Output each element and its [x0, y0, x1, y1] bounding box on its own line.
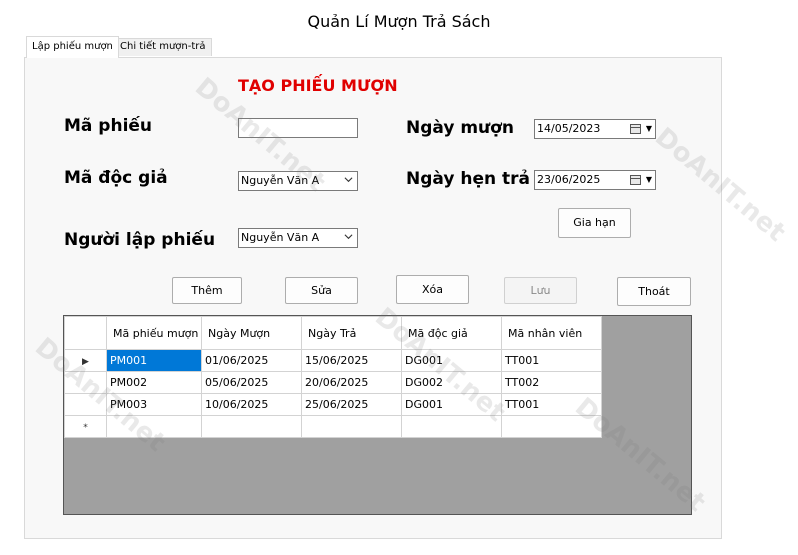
table-cell[interactable]: PM003 [106, 393, 202, 416]
col-ma-nhan-vien[interactable]: Mã nhân viên [501, 316, 602, 350]
table-row[interactable]: PM002 05/06/2025 20/06/2025 DG002 TT002 [64, 371, 602, 394]
table-cell[interactable]: DG001 [401, 393, 502, 416]
col-ngay-muon[interactable]: Ngày Mượn [201, 316, 302, 350]
thoat-button[interactable]: Thoát [617, 277, 691, 306]
table-cell[interactable] [106, 415, 202, 438]
table-cell[interactable]: 01/06/2025 [201, 349, 302, 372]
table-cell[interactable]: 15/06/2025 [301, 349, 402, 372]
row-header-new[interactable]: * [64, 415, 107, 438]
dropdown-arrow-icon: ▼ [645, 124, 652, 133]
row-header[interactable] [64, 393, 107, 416]
table-cell[interactable] [301, 415, 402, 438]
chevron-down-icon [344, 177, 353, 183]
them-button[interactable]: Thêm [172, 277, 242, 304]
row-header-corner [64, 316, 107, 350]
nguoi-lap-phieu-select[interactable]: Nguyễn Văn A [238, 228, 358, 248]
ngay-hen-tra-value: 23/06/2025 [537, 173, 601, 186]
table-row[interactable]: PM003 10/06/2025 25/06/2025 DG001 TT001 [64, 393, 602, 416]
ma-doc-gia-label: Mã độc giả [64, 168, 168, 188]
table-cell[interactable]: TT002 [501, 371, 602, 394]
ma-phieu-label: Mã phiếu [64, 116, 153, 136]
ma-doc-gia-value: Nguyễn Văn A [241, 174, 320, 187]
chevron-down-icon [344, 234, 353, 240]
table-cell[interactable]: TT001 [501, 349, 602, 372]
xoa-button[interactable]: Xóa [396, 275, 469, 304]
table-cell[interactable] [401, 415, 502, 438]
table-cell[interactable]: PM001 [106, 349, 202, 372]
ma-doc-gia-select[interactable]: Nguyễn Văn A [238, 171, 358, 191]
table-cell[interactable]: 10/06/2025 [201, 393, 302, 416]
new-row[interactable]: * [64, 415, 602, 438]
tab-chi-tiet-muon-tra[interactable]: Chi tiết mượn-trả [114, 38, 212, 56]
row-header-current[interactable]: ▶ [64, 349, 107, 372]
table-row[interactable]: ▶ PM001 01/06/2025 15/06/2025 DG001 TT00… [64, 349, 602, 372]
ma-phieu-input[interactable] [238, 118, 358, 138]
gia-han-button[interactable]: Gia hạn [558, 208, 631, 238]
current-row-arrow-icon: ▶ [82, 357, 89, 367]
calendar-icon [630, 175, 641, 185]
nguoi-lap-phieu-value: Nguyễn Văn A [241, 231, 320, 244]
calendar-icon [630, 124, 641, 134]
phieu-muon-grid[interactable]: Mã phiếu mượn Ngày Mượn Ngày Trả Mã độc … [63, 315, 692, 515]
table-cell[interactable]: DG001 [401, 349, 502, 372]
nguoi-lap-phieu-label: Người lập phiếu [64, 230, 216, 250]
window-title: Quản Lí Mượn Trả Sách [307, 12, 491, 31]
new-row-asterisk-icon: * [83, 423, 88, 433]
table-cell[interactable] [501, 415, 602, 438]
ngay-muon-value: 14/05/2023 [537, 122, 601, 135]
tab-lap-phieu-muon[interactable]: Lập phiếu mượn [26, 36, 119, 58]
table-cell[interactable] [201, 415, 302, 438]
table-cell[interactable]: TT001 [501, 393, 602, 416]
table-header-row: Mã phiếu mượn Ngày Mượn Ngày Trả Mã độc … [64, 316, 602, 350]
row-header[interactable] [64, 371, 107, 394]
phieu-muon-table: Mã phiếu mượn Ngày Mượn Ngày Trả Mã độc … [64, 316, 602, 438]
sua-button[interactable]: Sửa [285, 277, 358, 304]
table-cell[interactable]: PM002 [106, 371, 202, 394]
col-ma-doc-gia[interactable]: Mã độc giả [401, 316, 502, 350]
col-ma-phieu-muon[interactable]: Mã phiếu mượn [106, 316, 202, 350]
dropdown-arrow-icon: ▼ [645, 175, 652, 184]
table-cell[interactable]: DG002 [401, 371, 502, 394]
luu-button[interactable]: Lưu [504, 277, 577, 304]
ngay-muon-datepicker[interactable]: 14/05/2023 ▼ [534, 119, 656, 139]
form-heading: TẠO PHIẾU MƯỢN [238, 76, 398, 95]
ngay-muon-label: Ngày mượn [406, 118, 514, 138]
ngay-hen-tra-datepicker[interactable]: 23/06/2025 ▼ [534, 170, 656, 190]
ngay-hen-tra-label: Ngày hẹn trả [406, 169, 530, 189]
table-cell[interactable]: 05/06/2025 [201, 371, 302, 394]
table-cell[interactable]: 20/06/2025 [301, 371, 402, 394]
col-ngay-tra[interactable]: Ngày Trả [301, 316, 402, 350]
table-cell[interactable]: 25/06/2025 [301, 393, 402, 416]
